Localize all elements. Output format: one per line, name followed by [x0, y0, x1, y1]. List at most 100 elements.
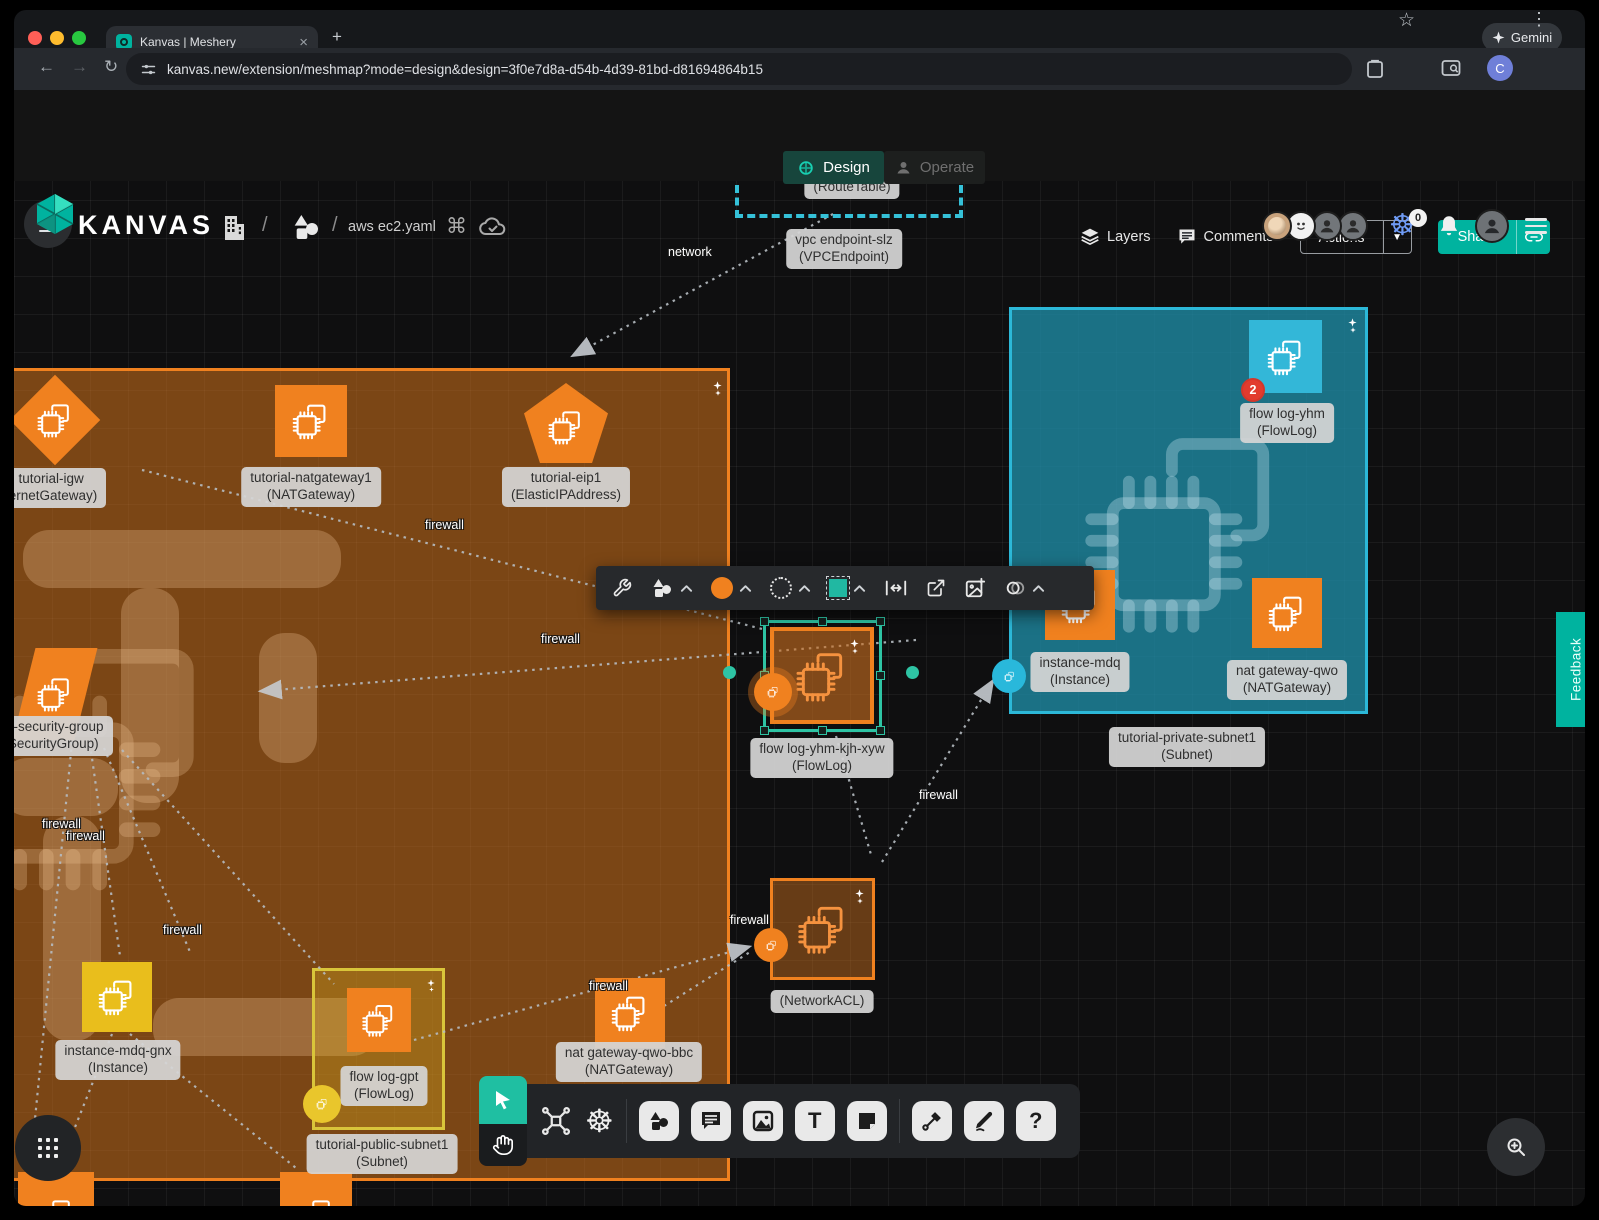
- partial-node[interactable]: [280, 1172, 352, 1220]
- connection-badge[interactable]: [754, 928, 788, 962]
- operate-label: Operate: [920, 159, 974, 176]
- connection-badge[interactable]: [754, 673, 792, 711]
- edge-label-firewall: firewall: [425, 518, 464, 532]
- connection-badge[interactable]: [992, 659, 1026, 693]
- grid-dots-icon: [37, 1137, 59, 1159]
- user-avatar[interactable]: [1475, 209, 1509, 243]
- fill-color-picker[interactable]: [711, 577, 752, 599]
- browser-profile-avatar[interactable]: C: [1487, 55, 1513, 81]
- pan-tool[interactable]: [479, 1124, 527, 1166]
- comments-button[interactable]: Comments: [1177, 227, 1274, 247]
- open-external-icon[interactable]: [926, 578, 946, 598]
- note-tool[interactable]: [847, 1101, 887, 1141]
- design-mode-icon: [797, 159, 815, 177]
- kubernetes-context-count: 0: [1409, 209, 1427, 227]
- flow-log-kjh-node[interactable]: [770, 627, 874, 724]
- collaborator-avatar[interactable]: [1312, 211, 1342, 241]
- vpc-endpoint-label: vpc endpoint-slz(VPCEndpoint): [786, 229, 902, 269]
- select-tool[interactable]: [479, 1076, 527, 1124]
- browser-menu-icon[interactable]: ⋮: [1530, 9, 1548, 30]
- collaborator-avatar[interactable]: [1338, 211, 1368, 241]
- component-tool-icon[interactable]: [539, 1104, 573, 1138]
- instance-gnx-node[interactable]: [82, 962, 152, 1032]
- connection-badge[interactable]: [303, 1085, 341, 1123]
- tab-design[interactable]: Design: [783, 151, 884, 184]
- kanvas-logo-icon[interactable]: [36, 193, 74, 235]
- shapes-tool[interactable]: [639, 1101, 679, 1141]
- nat-gateway1-node[interactable]: [275, 385, 347, 457]
- resize-handle[interactable]: [818, 726, 827, 735]
- node-context-toolbar[interactable]: [596, 566, 1094, 610]
- network-acl-label: (NetworkACL): [771, 990, 874, 1013]
- toolbar-divider: [626, 1099, 627, 1143]
- organization-icon[interactable]: [219, 212, 247, 242]
- flow-log-gpt-node[interactable]: [347, 988, 411, 1052]
- side-panel-icon[interactable]: [1441, 59, 1461, 78]
- image-tool[interactable]: [743, 1101, 783, 1141]
- collaborator-avatar[interactable]: [1262, 211, 1292, 241]
- cloud-sync-icon[interactable]: [478, 214, 508, 240]
- design-file-name[interactable]: aws ec2.yaml: [348, 219, 436, 235]
- nat-gateway-qwo-node[interactable]: [1252, 578, 1322, 648]
- layers-button[interactable]: Layers: [1080, 227, 1151, 247]
- breadcrumb-separator: /: [262, 214, 268, 237]
- save-page-icon[interactable]: [1366, 59, 1384, 79]
- resize-handle[interactable]: [760, 726, 769, 735]
- designs-icon[interactable]: [290, 211, 322, 243]
- text-tool[interactable]: T: [795, 1101, 835, 1141]
- wrench-icon[interactable]: [612, 578, 632, 598]
- draw-tool[interactable]: [964, 1101, 1004, 1141]
- notifications-bell-icon[interactable]: [1436, 212, 1462, 240]
- resize-handle[interactable]: [876, 617, 885, 626]
- resize-width-icon[interactable]: [884, 578, 908, 598]
- add-image-icon[interactable]: [964, 577, 986, 599]
- keyboard-shortcut-icon[interactable]: ⌘: [446, 214, 467, 239]
- edge-label-firewall: firewall: [589, 979, 628, 993]
- forward-button[interactable]: →: [71, 57, 88, 77]
- nat-gateway1-label: tutorial-natgateway1(NATGateway): [241, 467, 381, 507]
- site-controls-icon[interactable]: [140, 61, 157, 78]
- selection-style-picker[interactable]: [829, 579, 866, 597]
- feedback-tab[interactable]: Feedback: [1556, 612, 1596, 727]
- bookmark-star-icon[interactable]: ☆: [1398, 9, 1415, 32]
- comment-tool[interactable]: [691, 1101, 731, 1141]
- edge-label-firewall: firewall: [66, 829, 105, 843]
- chevron-up-icon: [798, 584, 811, 593]
- back-button[interactable]: ←: [38, 57, 55, 77]
- app-menu-icon[interactable]: [1525, 214, 1547, 238]
- reload-button[interactable]: ↻: [104, 57, 118, 77]
- address-bar[interactable]: kanvas.new/extension/meshmap?mode=design…: [126, 53, 1352, 85]
- network-acl-node[interactable]: [770, 878, 875, 980]
- chevron-up-icon: [739, 584, 752, 593]
- edge-anchor-dot[interactable]: [906, 666, 919, 679]
- shape-picker[interactable]: [650, 576, 693, 600]
- kubernetes-tool-icon[interactable]: ☸: [585, 1105, 614, 1137]
- resize-handle[interactable]: [876, 671, 885, 680]
- zoom-button[interactable]: [1487, 1118, 1545, 1176]
- logo-text[interactable]: KANVAS: [78, 210, 214, 241]
- instance-gnx-label: instance-mdq-gnx(Instance): [55, 1040, 180, 1080]
- window-close-button[interactable]: [28, 31, 42, 45]
- edge-tool[interactable]: [912, 1101, 952, 1141]
- chevron-up-icon: [680, 584, 693, 593]
- chevron-up-icon: [853, 584, 866, 593]
- window-zoom-button[interactable]: [72, 31, 86, 45]
- widgets-grid-button[interactable]: [15, 1115, 81, 1181]
- tab-operate[interactable]: Operate: [884, 151, 985, 184]
- merge-circles-picker[interactable]: [1004, 578, 1045, 598]
- help-tool[interactable]: ?: [1016, 1101, 1056, 1141]
- new-tab-button[interactable]: +: [332, 27, 342, 47]
- edge-anchor-dot[interactable]: [723, 666, 736, 679]
- resize-handle[interactable]: [760, 617, 769, 626]
- tab-title: Kanvas | Meshery: [140, 35, 291, 49]
- sparkle-icon: [1348, 318, 1365, 333]
- resize-handle[interactable]: [876, 726, 885, 735]
- resize-handle[interactable]: [818, 617, 827, 626]
- toolbar-divider: [899, 1099, 900, 1143]
- border-style-picker[interactable]: [770, 577, 811, 599]
- url-text[interactable]: kanvas.new/extension/meshmap?mode=design…: [167, 62, 763, 77]
- flow-log-kjh-label: flow log-yhm-kjh-xyw(FlowLog): [750, 738, 893, 778]
- notification-count-badge[interactable]: 2: [1241, 378, 1265, 402]
- sparkle-icon: [427, 979, 442, 992]
- window-minimize-button[interactable]: [50, 31, 64, 45]
